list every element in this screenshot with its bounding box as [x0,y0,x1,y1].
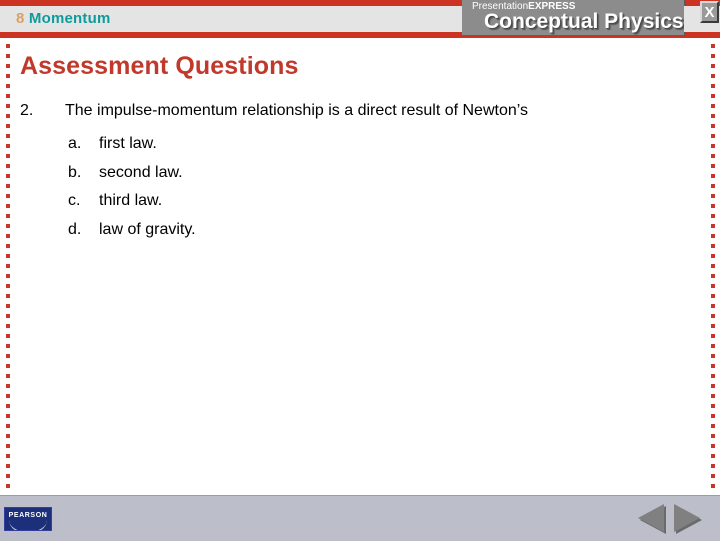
chapter-number: 8 [16,10,25,27]
pearson-logo-text: PEARSON [8,512,48,519]
page-title: Assessment Questions [20,52,299,80]
choice-letter: a. [68,135,82,152]
choice-text: law of gravity. [99,220,196,238]
close-button[interactable]: X [700,1,719,23]
choice-letter: d. [68,220,82,238]
triangle-left-icon[interactable] [638,504,664,532]
choice-letter: b. [68,163,82,181]
brand-product-title: Conceptual Physics [484,10,684,33]
question-block: 2. The impulse-momentum relationship is a… [20,101,680,121]
brand-box: PresentationEXPRESS Conceptual Physics [462,0,686,35]
slide-footer: PEARSON [0,495,720,541]
choice-text: first law. [99,135,157,152]
dotted-border-right [711,44,715,492]
triangle-right-icon[interactable] [674,504,700,532]
question-text: The impulse-momentum relationship is a d… [65,102,529,119]
pearson-logo: PEARSON [4,507,52,531]
choice-text: third law. [99,192,163,209]
question-number: 2. [20,102,34,119]
dotted-border-left [6,44,10,492]
answer-choices-list: a. first law. b. second law. c. third law. … [68,130,668,244]
list-item[interactable]: c. third law. [68,187,668,216]
chapter-label: 8 Momentum [16,11,111,27]
choice-letter: c. [68,192,81,209]
slide-navigation [638,500,710,536]
pearson-swoosh-icon [9,520,47,530]
slide-header: 8 Momentum PresentationEXPRESS Conceptua… [0,0,720,38]
list-item[interactable]: a. first law. [68,130,668,159]
list-item[interactable]: b. second law. [68,159,668,188]
choice-text: second law. [99,163,183,181]
list-item[interactable]: d. law of gravity. [68,216,668,245]
chapter-title: Momentum [28,10,111,27]
